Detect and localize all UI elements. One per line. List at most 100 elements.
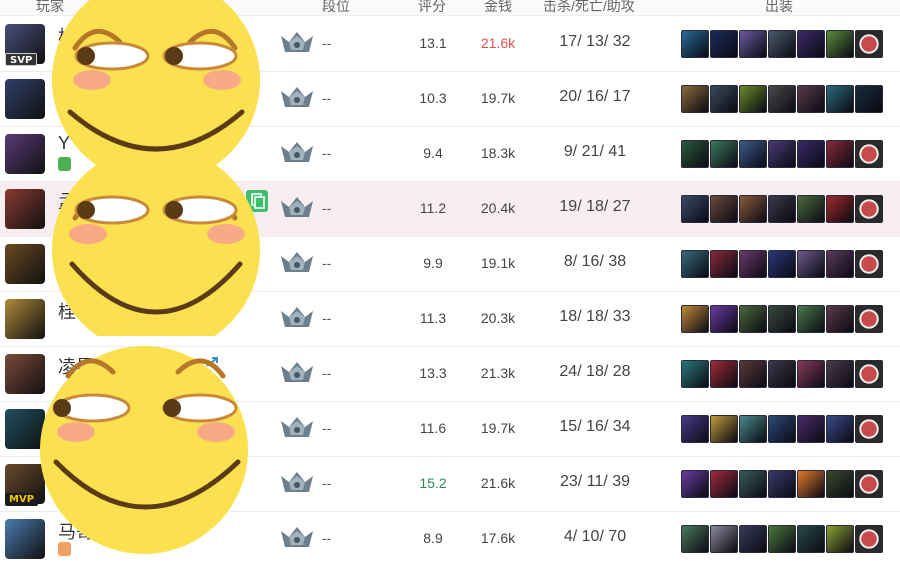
kda-value: 4/ 10/ 70 [563,528,627,545]
assists-value: 41 [608,143,627,160]
item-icon[interactable] [826,30,854,58]
item-icon[interactable] [768,250,796,278]
gold-value: 21.3k [480,365,516,381]
item-icon[interactable] [855,85,883,113]
item-icon[interactable] [797,525,825,553]
item-icon[interactable] [710,85,738,113]
champion-avatar[interactable] [5,244,45,284]
item-icon[interactable] [797,360,825,388]
item-icon[interactable] [826,195,854,223]
item-icon[interactable] [739,305,767,333]
rank-emblem-icon [277,525,317,558]
item-icon[interactable] [855,30,883,58]
item-icon[interactable] [739,30,767,58]
item-icon[interactable] [855,305,883,333]
item-icon[interactable] [797,415,825,443]
item-icon[interactable] [710,305,738,333]
item-icon[interactable] [768,30,796,58]
item-icon[interactable] [826,250,854,278]
item-icon[interactable] [768,85,796,113]
item-icon[interactable] [855,140,883,168]
item-icon[interactable] [739,250,767,278]
score-value: 11.3 [419,310,447,326]
item-icon[interactable] [681,525,709,553]
item-icon[interactable] [710,525,738,553]
item-icon[interactable] [797,305,825,333]
item-icon[interactable] [710,360,738,388]
item-icon[interactable] [826,525,854,553]
item-icon[interactable] [855,415,883,443]
score-value: 9.4 [423,145,443,161]
score-value: 15.2 [419,475,447,491]
item-icon[interactable] [768,140,796,168]
item-icon[interactable] [710,250,738,278]
item-icon[interactable] [739,470,767,498]
item-icon[interactable] [710,470,738,498]
item-icon[interactable] [739,415,767,443]
item-icon[interactable] [797,250,825,278]
item-icon[interactable] [681,415,709,443]
item-icon[interactable] [855,250,883,278]
score-value: 13.3 [419,365,447,381]
deaths-value: 16 [586,88,604,105]
rank-text: -- [322,420,332,436]
item-icon[interactable] [855,360,883,388]
gold-value: 20.4k [480,200,516,216]
item-icon[interactable] [855,470,883,498]
rank-text: -- [322,145,332,161]
kills-value: 9 [563,143,573,160]
item-icon[interactable] [739,140,767,168]
champion-avatar[interactable] [5,299,45,339]
item-icon[interactable] [797,30,825,58]
item-icon[interactable] [768,360,796,388]
item-icon[interactable] [797,195,825,223]
item-icon[interactable] [681,140,709,168]
item-icon[interactable] [768,195,796,223]
kda-value: 15/ 16/ 34 [559,418,631,435]
header-score: 评分 [418,0,446,14]
champion-avatar[interactable] [5,79,45,119]
item-icon[interactable] [768,525,796,553]
item-icon[interactable] [826,85,854,113]
item-icon[interactable] [681,30,709,58]
item-icon[interactable] [855,195,883,223]
header-items: 出装 [765,0,793,14]
item-icon[interactable] [681,360,709,388]
item-icon[interactable] [710,195,738,223]
item-icon[interactable] [739,525,767,553]
item-icon[interactable] [768,305,796,333]
mvp-badge: MVP [5,493,39,506]
item-icon[interactable] [768,470,796,498]
kda-value: 19/ 18/ 27 [559,198,631,215]
item-icon[interactable] [826,360,854,388]
item-icon[interactable] [826,415,854,443]
item-icon[interactable] [739,195,767,223]
item-icon[interactable] [681,250,709,278]
item-icon[interactable] [797,85,825,113]
item-icon[interactable] [710,30,738,58]
item-icon[interactable] [797,140,825,168]
item-build [681,30,883,58]
champion-avatar[interactable] [5,134,45,174]
item-icon[interactable] [826,470,854,498]
item-icon[interactable] [681,85,709,113]
item-icon[interactable] [681,305,709,333]
assists-value: 27 [612,198,631,215]
item-icon[interactable] [826,305,854,333]
item-icon[interactable] [681,195,709,223]
item-build [681,250,883,278]
rank-emblem-icon [277,195,317,228]
item-icon[interactable] [681,470,709,498]
item-icon[interactable] [710,140,738,168]
item-icon[interactable] [826,140,854,168]
champion-avatar[interactable] [5,189,45,229]
item-icon[interactable] [768,415,796,443]
kda-value: 20/ 16/ 17 [559,88,631,105]
item-icon[interactable] [855,525,883,553]
kills-value: 18 [559,308,578,325]
item-icon[interactable] [797,470,825,498]
item-icon[interactable] [739,85,767,113]
smiley-sticker-icon [52,0,260,170]
item-icon[interactable] [710,415,738,443]
item-icon[interactable] [739,360,767,388]
